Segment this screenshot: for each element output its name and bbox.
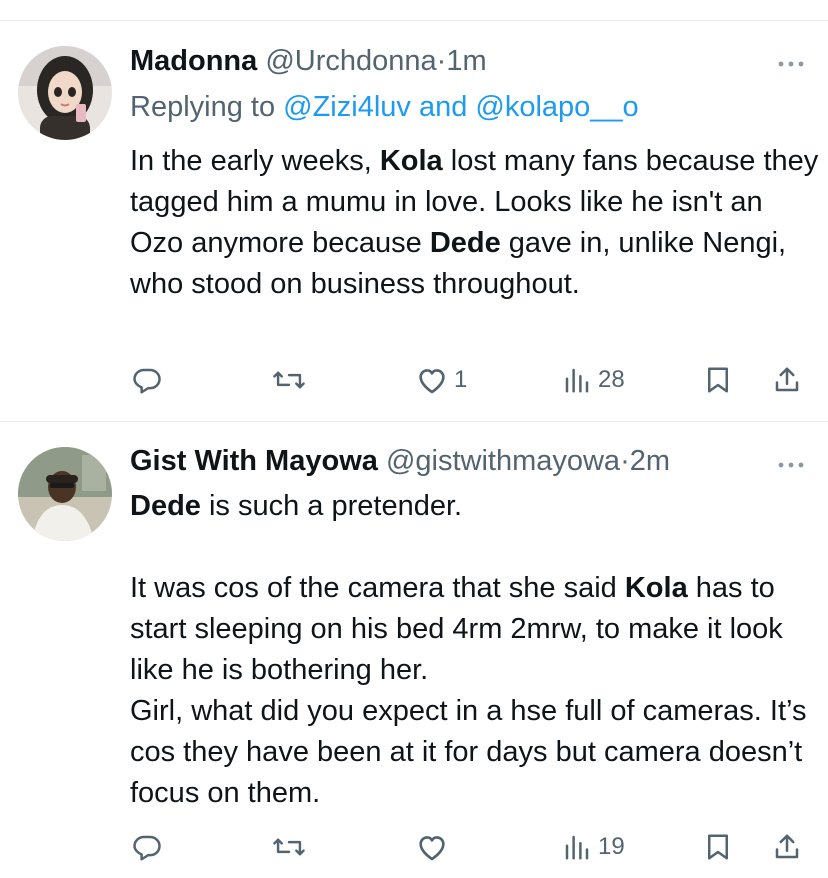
display-name[interactable]: Madonna — [130, 45, 257, 77]
display-name[interactable]: Gist With Mayowa — [130, 445, 378, 477]
bold-text: Dede — [429, 227, 501, 259]
retweet-icon — [272, 832, 306, 862]
timestamp[interactable]: 1m — [446, 45, 486, 77]
separator: · — [436, 45, 447, 77]
retweet-button[interactable] — [272, 827, 306, 867]
mention-link[interactable]: @kolapo__o — [475, 91, 638, 123]
bold-text: Dede — [130, 490, 201, 522]
reply-icon — [132, 365, 162, 395]
like-button[interactable]: 1 — [416, 360, 467, 400]
view-count: 19 — [598, 833, 625, 860]
avatar[interactable] — [18, 447, 112, 541]
handle[interactable]: @gistwithmayowa — [386, 445, 620, 477]
bold-text: Kola — [624, 572, 688, 604]
views-icon — [562, 365, 592, 395]
views-icon — [562, 832, 592, 862]
replying-and[interactable]: and — [411, 91, 476, 123]
top-divider — [0, 20, 828, 21]
retweet-icon — [272, 365, 306, 395]
handle[interactable]: @Urchdonna — [265, 45, 436, 77]
heart-icon — [416, 832, 448, 862]
reply-button[interactable] — [132, 827, 162, 867]
tweet[interactable]: Madonna @Urchdonna·1m Replying to @Zizi4… — [0, 22, 828, 420]
separator: · — [620, 445, 630, 477]
views-button[interactable]: 19 — [562, 827, 625, 867]
text-segment: In the early weeks, — [130, 145, 380, 177]
reply-button[interactable] — [132, 360, 162, 400]
share-button[interactable] — [772, 360, 802, 400]
more-icon[interactable] — [776, 457, 806, 468]
mention-link[interactable]: @Zizi4luv — [283, 91, 411, 123]
bookmark-icon — [704, 832, 732, 862]
replying-to: Replying to @Zizi4luv and @kolapo__o — [130, 89, 639, 125]
heart-icon — [416, 365, 448, 395]
paragraph: It was cos of the camera that she said K… — [130, 568, 820, 691]
action-bar: 1 28 — [0, 360, 828, 400]
reply-icon — [132, 832, 162, 862]
paragraph: Girl, what did you expect in a hse full … — [130, 691, 820, 814]
timestamp[interactable]: 2m — [630, 445, 670, 477]
text-segment: is such a pretender. — [200, 490, 463, 522]
views-button[interactable]: 28 — [562, 360, 625, 400]
text-segment: Girl, what did you expect in a hse full … — [130, 695, 807, 809]
bold-text: Kola — [379, 145, 443, 177]
view-count: 28 — [598, 366, 625, 393]
like-button[interactable] — [416, 827, 448, 867]
tweet-header: Madonna @Urchdonna·1m — [130, 43, 768, 79]
like-count: 1 — [454, 366, 468, 393]
more-icon[interactable] — [776, 56, 806, 67]
tweet[interactable]: Gist With Mayowa @gistwithmayowa·2m Dede… — [0, 423, 828, 878]
tweet-header: Gist With Mayowa @gistwithmayowa·2m — [130, 443, 768, 479]
paragraph: Dede is such a pretender. — [130, 486, 820, 527]
avatar[interactable] — [18, 46, 112, 140]
text-segment: It was cos of the camera that she said — [130, 572, 625, 604]
bookmark-button[interactable] — [704, 360, 732, 400]
bookmark-button[interactable] — [704, 827, 732, 867]
retweet-button[interactable] — [272, 360, 306, 400]
tweet-divider — [0, 421, 828, 422]
replying-prefix: Replying to — [130, 91, 284, 123]
share-icon — [772, 365, 802, 395]
share-icon — [772, 832, 802, 862]
bookmark-icon — [704, 365, 732, 395]
action-bar: 19 — [0, 827, 828, 867]
tweet-text: Dede is such a pretender. It was cos of … — [130, 486, 820, 814]
tweet-text: In the early weeks, Kola lost many fans … — [130, 141, 820, 305]
share-button[interactable] — [772, 827, 802, 867]
